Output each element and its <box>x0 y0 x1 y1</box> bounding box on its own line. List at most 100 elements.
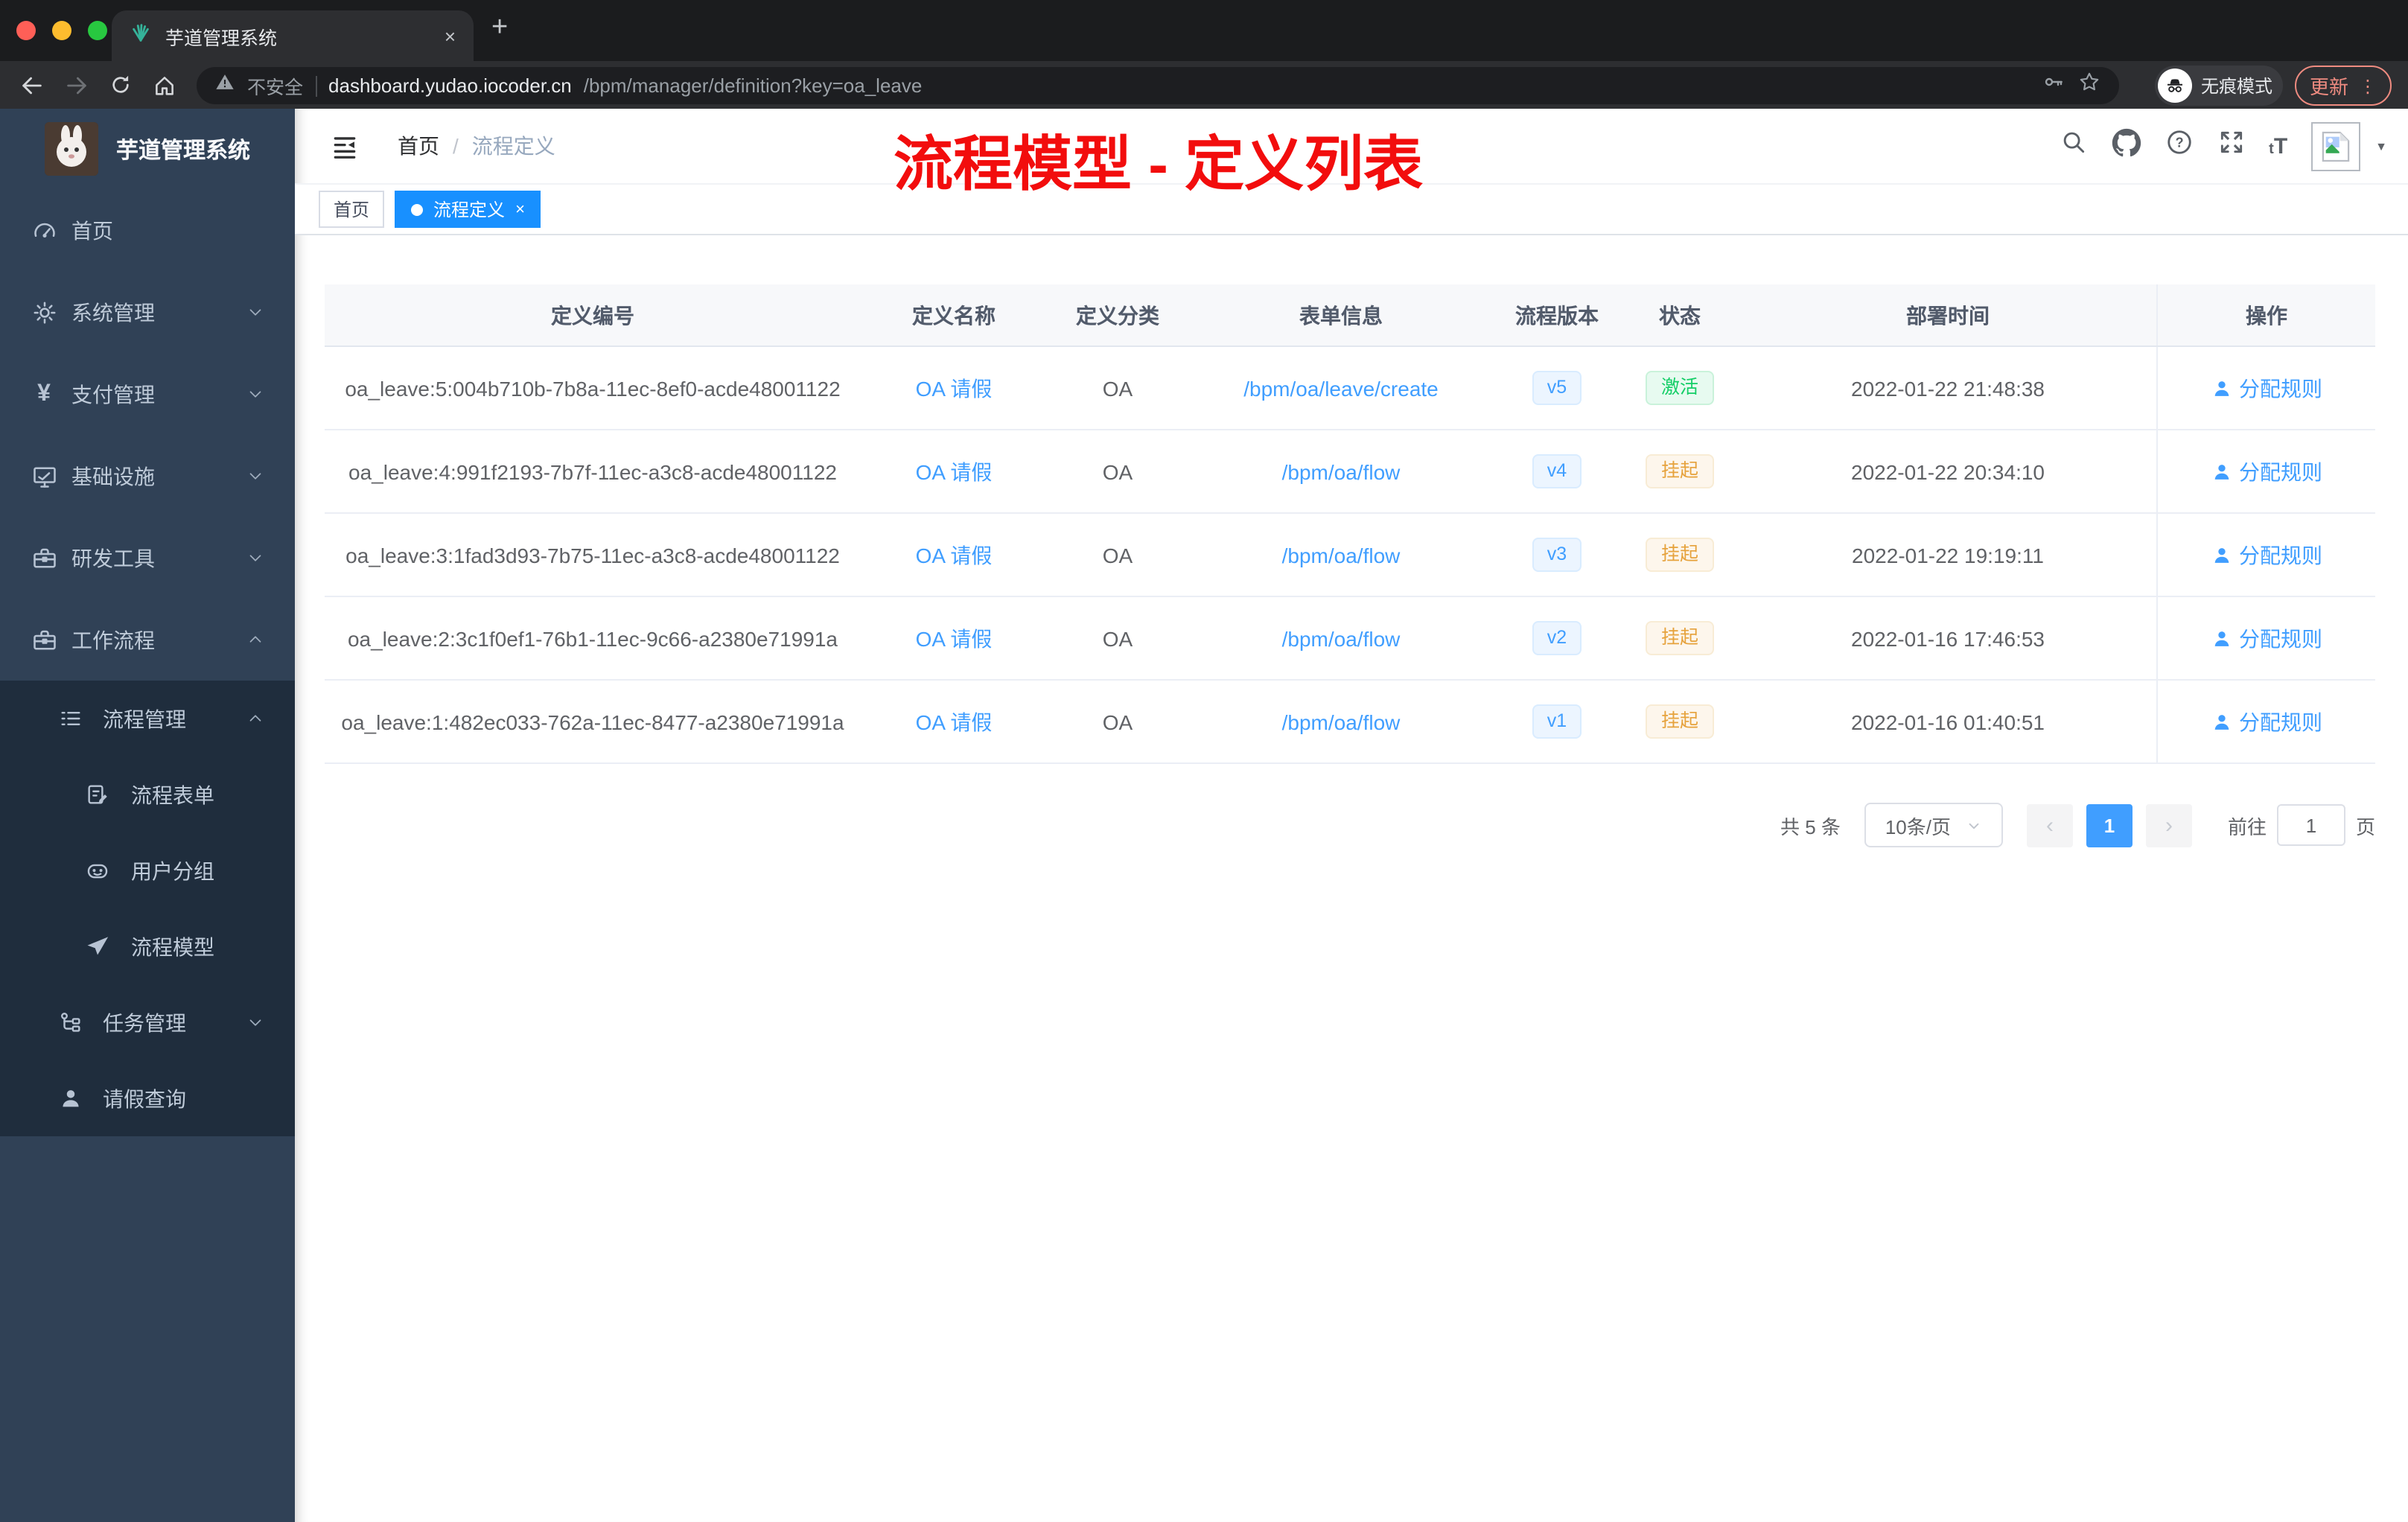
sidebar-collapse-icon[interactable] <box>331 132 359 160</box>
table-row: oa_leave:4:991f2193-7b7f-11ec-a3c8-acde4… <box>325 430 2375 514</box>
assign-rule-button[interactable]: 分配规则 <box>2211 707 2322 736</box>
forward-icon[interactable] <box>64 72 89 98</box>
sidebar-item-label: 支付管理 <box>71 382 155 406</box>
assign-rule-label: 分配规则 <box>2239 710 2322 733</box>
chevron-down-icon <box>246 302 265 322</box>
assign-rule-label: 分配规则 <box>2239 459 2322 483</box>
new-tab-button[interactable]: + <box>491 12 508 45</box>
sidebar-item-user-group[interactable]: 用户分组 <box>0 832 295 908</box>
definition-name-link[interactable]: OA 请假 <box>916 456 993 486</box>
sidebar-item-process-mgmt[interactable]: 流程管理 <box>0 681 295 757</box>
form-link[interactable]: /bpm/oa/flow <box>1282 626 1401 650</box>
form-link[interactable]: /bpm/oa/flow <box>1282 710 1401 733</box>
table-row: oa_leave:3:1fad3d93-7b75-11ec-a3c8-acde4… <box>325 514 2375 597</box>
github-icon[interactable] <box>2111 127 2141 165</box>
password-key-icon[interactable] <box>2042 70 2065 101</box>
tag-home[interactable]: 首页 <box>319 191 385 228</box>
fullscreen-icon[interactable] <box>2217 128 2245 164</box>
status-badge: 激活 <box>1646 371 1713 405</box>
incognito-icon <box>2158 69 2192 103</box>
cell-deploy-time: 2022-01-16 01:40:51 <box>1851 710 2045 733</box>
version-badge: v3 <box>1532 538 1582 572</box>
column-header: 流程版本 <box>1515 303 1599 327</box>
sidebar-item-devtools[interactable]: 研发工具 <box>0 517 295 599</box>
sidebar-item-workflow[interactable]: 工作流程 <box>0 599 295 681</box>
version-badge: v5 <box>1532 371 1582 405</box>
table-row: oa_leave:2:3c1f0ef1-76b1-11ec-9c66-a2380… <box>325 597 2375 681</box>
tag-close-icon[interactable]: × <box>515 200 525 218</box>
sidebar-item-payment[interactable]: ¥ 支付管理 <box>0 353 295 435</box>
assign-rule-button[interactable]: 分配规则 <box>2211 540 2322 570</box>
prev-page-button[interactable]: ‹ <box>2026 803 2073 847</box>
favicon-plant-icon <box>130 21 152 51</box>
assign-rule-button[interactable]: 分配规则 <box>2211 373 2322 403</box>
security-label[interactable]: 不安全 <box>247 71 303 100</box>
avatar-caret-icon[interactable]: ▼ <box>2375 139 2387 153</box>
breadcrumb-current: 流程定义 <box>471 134 555 158</box>
chevron-up-icon <box>246 709 265 728</box>
sidebar-item-home[interactable]: 首页 <box>0 189 295 271</box>
sidebar-item-label: 流程管理 <box>103 707 186 730</box>
column-header: 操作 <box>2156 284 2375 346</box>
list-icon <box>57 706 85 731</box>
avatar[interactable] <box>2311 121 2361 171</box>
form-link[interactable]: /bpm/oa/flow <box>1282 459 1401 483</box>
column-header: 状态 <box>1659 303 1701 327</box>
form-link[interactable]: /bpm/oa/flow <box>1282 543 1401 567</box>
window-minimize-button[interactable] <box>52 21 71 40</box>
cell-category: OA <box>1102 710 1133 733</box>
definition-name-link[interactable]: OA 请假 <box>916 623 993 653</box>
sidebar-item-task-mgmt[interactable]: 任务管理 <box>0 984 295 1060</box>
assign-rule-label: 分配规则 <box>2239 543 2322 567</box>
next-page-button[interactable]: › <box>2145 803 2192 847</box>
main-content: 首页 / 流程定义 ? tT ▼ 流程模型 - 定义列表 首页 流程定义 × 定… <box>295 109 2408 1522</box>
reload-icon[interactable] <box>109 73 133 97</box>
toolbox-icon <box>30 544 58 571</box>
url-bar[interactable]: 不安全 dashboard.yudao.iocoder.cn/bpm/manag… <box>197 67 2119 104</box>
svg-text:?: ? <box>2175 136 2183 150</box>
goto-page-input[interactable] <box>2276 804 2345 846</box>
sidebar-item-leave-query[interactable]: 请假查询 <box>0 1060 295 1136</box>
logo-avatar <box>45 122 98 176</box>
definition-name-link[interactable]: OA 请假 <box>916 707 993 736</box>
browser-tab[interactable]: 芋道管理系统 × <box>112 10 474 61</box>
status-badge: 挂起 <box>1646 704 1713 739</box>
definition-name-link[interactable]: OA 请假 <box>916 540 993 570</box>
column-header: 定义名称 <box>912 303 996 327</box>
browser-update-button[interactable]: 更新 ⋮ <box>2295 66 2392 106</box>
home-icon[interactable] <box>152 72 177 98</box>
sidebar-item-process-form[interactable]: 流程表单 <box>0 757 295 832</box>
app-title: 芋道管理系统 <box>116 138 251 163</box>
page-size-select[interactable]: 10条/页 <box>1864 803 2003 847</box>
assign-rule-button[interactable]: 分配规则 <box>2211 623 2322 653</box>
current-page-button[interactable]: 1 <box>2086 803 2133 847</box>
browser-menu-dots-icon[interactable]: ⋮ <box>2359 75 2377 96</box>
font-size-icon[interactable]: tT <box>2269 135 2287 157</box>
chevron-down-icon <box>246 466 265 485</box>
assign-rule-button[interactable]: 分配规则 <box>2211 456 2322 486</box>
sidebar-item-process-model[interactable]: 流程模型 <box>0 908 295 984</box>
definition-name-link[interactable]: OA 请假 <box>916 373 993 403</box>
tab-close-icon[interactable]: × <box>445 26 456 45</box>
search-icon[interactable] <box>2059 128 2087 164</box>
cell-category: OA <box>1102 459 1133 483</box>
status-badge: 挂起 <box>1646 621 1713 655</box>
tag-process-definition[interactable]: 流程定义 × <box>395 191 541 228</box>
help-icon[interactable]: ? <box>2165 128 2193 164</box>
window-close-button[interactable] <box>16 21 36 40</box>
workflow-submenu: 流程管理 流程表单 用户分组 流程模型 任务管理 请假查询 <box>0 681 295 1136</box>
sidebar-item-label: 任务管理 <box>103 1010 186 1034</box>
back-icon[interactable] <box>19 72 45 98</box>
breadcrumb-home[interactable]: 首页 <box>398 131 439 161</box>
cell-deploy-time: 2022-01-22 20:34:10 <box>1851 459 2045 483</box>
sidebar-item-infra[interactable]: 基础设施 <box>0 435 295 517</box>
form-link[interactable]: /bpm/oa/leave/create <box>1243 376 1439 400</box>
warning-icon <box>214 71 235 100</box>
sidebar-item-system[interactable]: 系统管理 <box>0 271 295 353</box>
sidebar-logo[interactable]: 芋道管理系统 <box>0 109 295 189</box>
tag-label: 流程定义 <box>433 200 506 220</box>
pagination-total: 共 5 条 <box>1780 815 1841 838</box>
window-zoom-button[interactable] <box>88 21 107 40</box>
bookmark-star-icon[interactable] <box>2077 70 2101 101</box>
table-row: oa_leave:5:004b710b-7b8a-11ec-8ef0-acde4… <box>325 347 2375 430</box>
